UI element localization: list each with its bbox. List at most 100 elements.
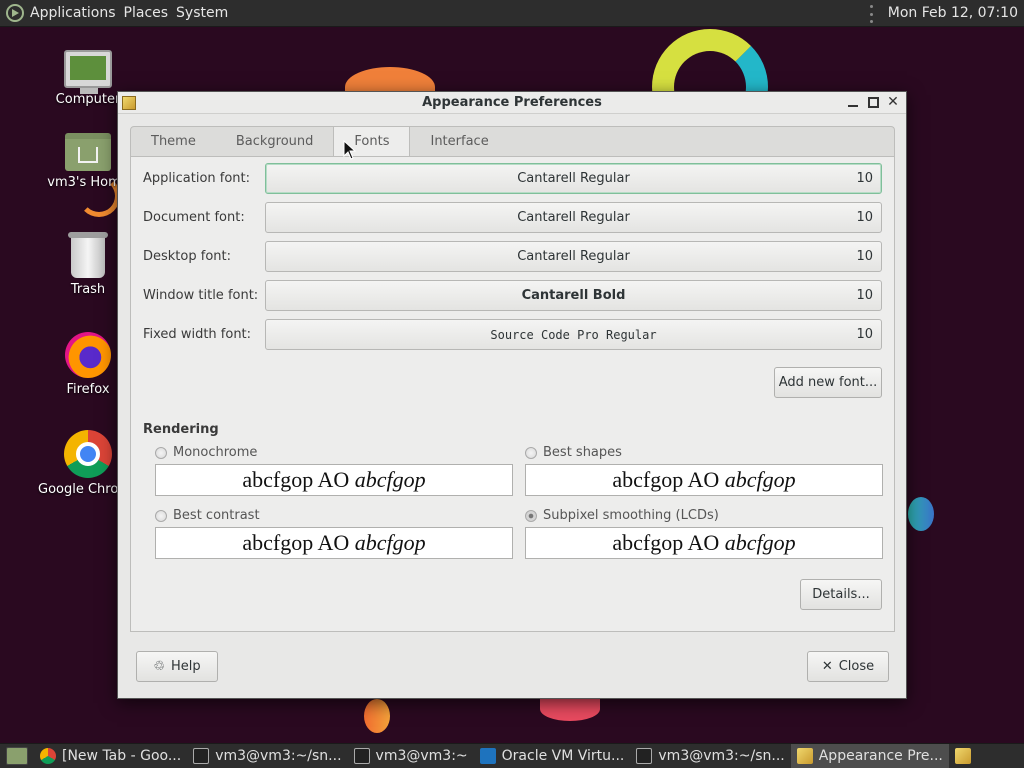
font-row-label: Desktop font: <box>143 249 231 264</box>
font-row-application: Application font: Cantarell Regular 10 <box>143 163 883 195</box>
maximize-icon <box>867 96 879 108</box>
taskbar-item-terminal-2[interactable]: vm3@vm3:~ <box>348 744 474 768</box>
font-name: Cantarell Regular <box>517 249 630 264</box>
details-button[interactable]: Details... <box>800 579 882 610</box>
workspace-icon <box>954 748 971 764</box>
preview-italic-text: abcfgop <box>354 530 426 555</box>
radio-best-contrast[interactable]: Best contrast <box>155 508 260 523</box>
close-button[interactable]: ✕ Close <box>807 651 889 682</box>
preview-text: abcfgop AO <box>612 467 725 492</box>
desktop-font-button[interactable]: Cantarell Regular 10 <box>265 241 882 272</box>
preferences-notebook: Theme Background Fonts Interface Applica… <box>130 126 895 632</box>
application-font-button[interactable]: Cantarell Regular 10 <box>265 163 882 194</box>
font-name: Cantarell Regular <box>517 210 630 225</box>
preview-text: abcfgop AO <box>612 530 725 555</box>
font-name: Cantarell Regular <box>517 171 630 186</box>
clock[interactable]: Mon Feb 12, 07:10 <box>888 5 1018 21</box>
preview-best-contrast[interactable]: abcfgop AO abcfgop <box>155 527 513 559</box>
close-icon: ✕ <box>821 659 833 674</box>
taskbar-item-virtualbox[interactable]: Oracle VM Virtu... <box>474 744 631 768</box>
fixed-width-font-button[interactable]: Source Code Pro Regular 10 <box>265 319 882 350</box>
mouse-cursor-icon <box>343 140 357 160</box>
radio-indicator <box>525 446 537 459</box>
close-button-label: Close <box>838 659 875 674</box>
font-row-fixed-width: Fixed width font: Source Code Pro Regula… <box>143 319 883 351</box>
taskbar-item-label: Oracle VM Virtu... <box>501 748 625 764</box>
rendering-section-title: Rendering <box>143 422 219 437</box>
appearance-icon <box>122 96 136 110</box>
font-row-label: Document font: <box>143 210 245 225</box>
bottom-taskbar: [New Tab - Goo... vm3@vm3:~/sn... vm3@vm… <box>0 743 1024 768</box>
close-window-button[interactable]: ✕ <box>886 94 900 110</box>
show-desktop-button[interactable] <box>0 744 34 768</box>
taskbar-item-label: vm3@vm3:~/sn... <box>215 748 342 764</box>
show-desktop-icon <box>6 747 28 765</box>
tab-bar: Theme Background Fonts Interface <box>130 126 895 158</box>
system-menu[interactable]: System <box>176 3 228 23</box>
font-row-document: Document font: Cantarell Regular 10 <box>143 202 883 234</box>
preview-italic-text: abcfgop <box>354 467 426 492</box>
preview-text: abcfgop AO <box>242 467 355 492</box>
taskbar-item-terminal-1[interactable]: vm3@vm3:~/sn... <box>187 744 347 768</box>
taskbar-item-appearance[interactable]: Appearance Pre... <box>790 743 949 768</box>
radio-monochrome[interactable]: Monochrome <box>155 445 257 460</box>
terminal-icon <box>353 748 370 764</box>
appearance-icon <box>796 748 813 764</box>
fonts-tab-page: Application font: Cantarell Regular 10 D… <box>130 156 895 632</box>
help-button-label: Help <box>171 659 201 674</box>
radio-subpixel-smoothing[interactable]: Subpixel smoothing (LCDs) <box>525 508 719 523</box>
tab-theme[interactable]: Theme <box>131 127 216 156</box>
tab-background[interactable]: Background <box>216 127 334 156</box>
menu-logo-icon[interactable] <box>6 4 24 22</box>
font-name: Cantarell Bold <box>521 288 626 303</box>
decor-shape <box>364 699 390 733</box>
taskbar-item-label: [New Tab - Goo... <box>62 748 182 764</box>
radio-indicator <box>155 446 167 459</box>
computer-icon <box>64 50 112 94</box>
workspace-switcher[interactable] <box>949 744 977 768</box>
radio-indicator <box>155 509 167 522</box>
font-size: 10 <box>856 327 873 342</box>
font-size: 10 <box>856 171 873 186</box>
places-menu[interactable]: Places <box>124 3 169 23</box>
tab-interface[interactable]: Interface <box>410 127 508 156</box>
radio-best-shapes[interactable]: Best shapes <box>525 445 622 460</box>
radio-indicator <box>525 509 537 522</box>
home-folder-icon <box>65 133 111 171</box>
add-new-font-button[interactable]: Add new font... <box>774 367 882 398</box>
panel-handle-icon[interactable] <box>870 5 874 23</box>
taskbar-item-label: Appearance Pre... <box>818 748 943 764</box>
preview-italic-text: abcfgop <box>724 467 796 492</box>
taskbar-item-terminal-3[interactable]: vm3@vm3:~/sn... <box>630 744 790 768</box>
taskbar-item-label: vm3@vm3:~ <box>375 748 468 764</box>
preview-subpixel-smoothing[interactable]: abcfgop AO abcfgop <box>525 527 883 559</box>
help-icon: ♲ <box>153 659 165 674</box>
radio-label: Subpixel smoothing (LCDs) <box>543 508 719 523</box>
decor-shape <box>908 497 934 531</box>
firefox-icon <box>65 332 111 378</box>
terminal-icon <box>193 748 210 764</box>
font-size: 10 <box>856 249 873 264</box>
window-title-font-button[interactable]: Cantarell Bold 10 <box>265 280 882 311</box>
radio-label: Best contrast <box>173 508 260 523</box>
virtualbox-icon <box>479 748 496 764</box>
maximize-button[interactable] <box>866 94 880 110</box>
preview-best-shapes[interactable]: abcfgop AO abcfgop <box>525 464 883 496</box>
window-titlebar[interactable]: Appearance Preferences ✕ <box>118 92 906 114</box>
preview-monochrome[interactable]: abcfgop AO abcfgop <box>155 464 513 496</box>
font-row-window-title: Window title font: Cantarell Bold 10 <box>143 280 883 312</box>
minimize-icon <box>848 97 858 107</box>
font-row-label: Fixed width font: <box>143 327 252 342</box>
radio-label: Monochrome <box>173 445 258 460</box>
applications-menu[interactable]: Applications <box>30 3 116 23</box>
font-row-label: Window title font: <box>143 288 259 303</box>
decor-shape <box>540 697 600 721</box>
taskbar-item-chrome[interactable]: [New Tab - Goo... <box>34 744 187 768</box>
minimize-button[interactable] <box>846 94 860 110</box>
preview-text: abcfgop AO <box>242 530 355 555</box>
document-font-button[interactable]: Cantarell Regular 10 <box>265 202 882 233</box>
preview-italic-text: abcfgop <box>724 530 796 555</box>
close-icon: ✕ <box>887 94 899 110</box>
help-button[interactable]: ♲ Help <box>136 651 218 682</box>
taskbar-item-label: vm3@vm3:~/sn... <box>658 748 785 764</box>
